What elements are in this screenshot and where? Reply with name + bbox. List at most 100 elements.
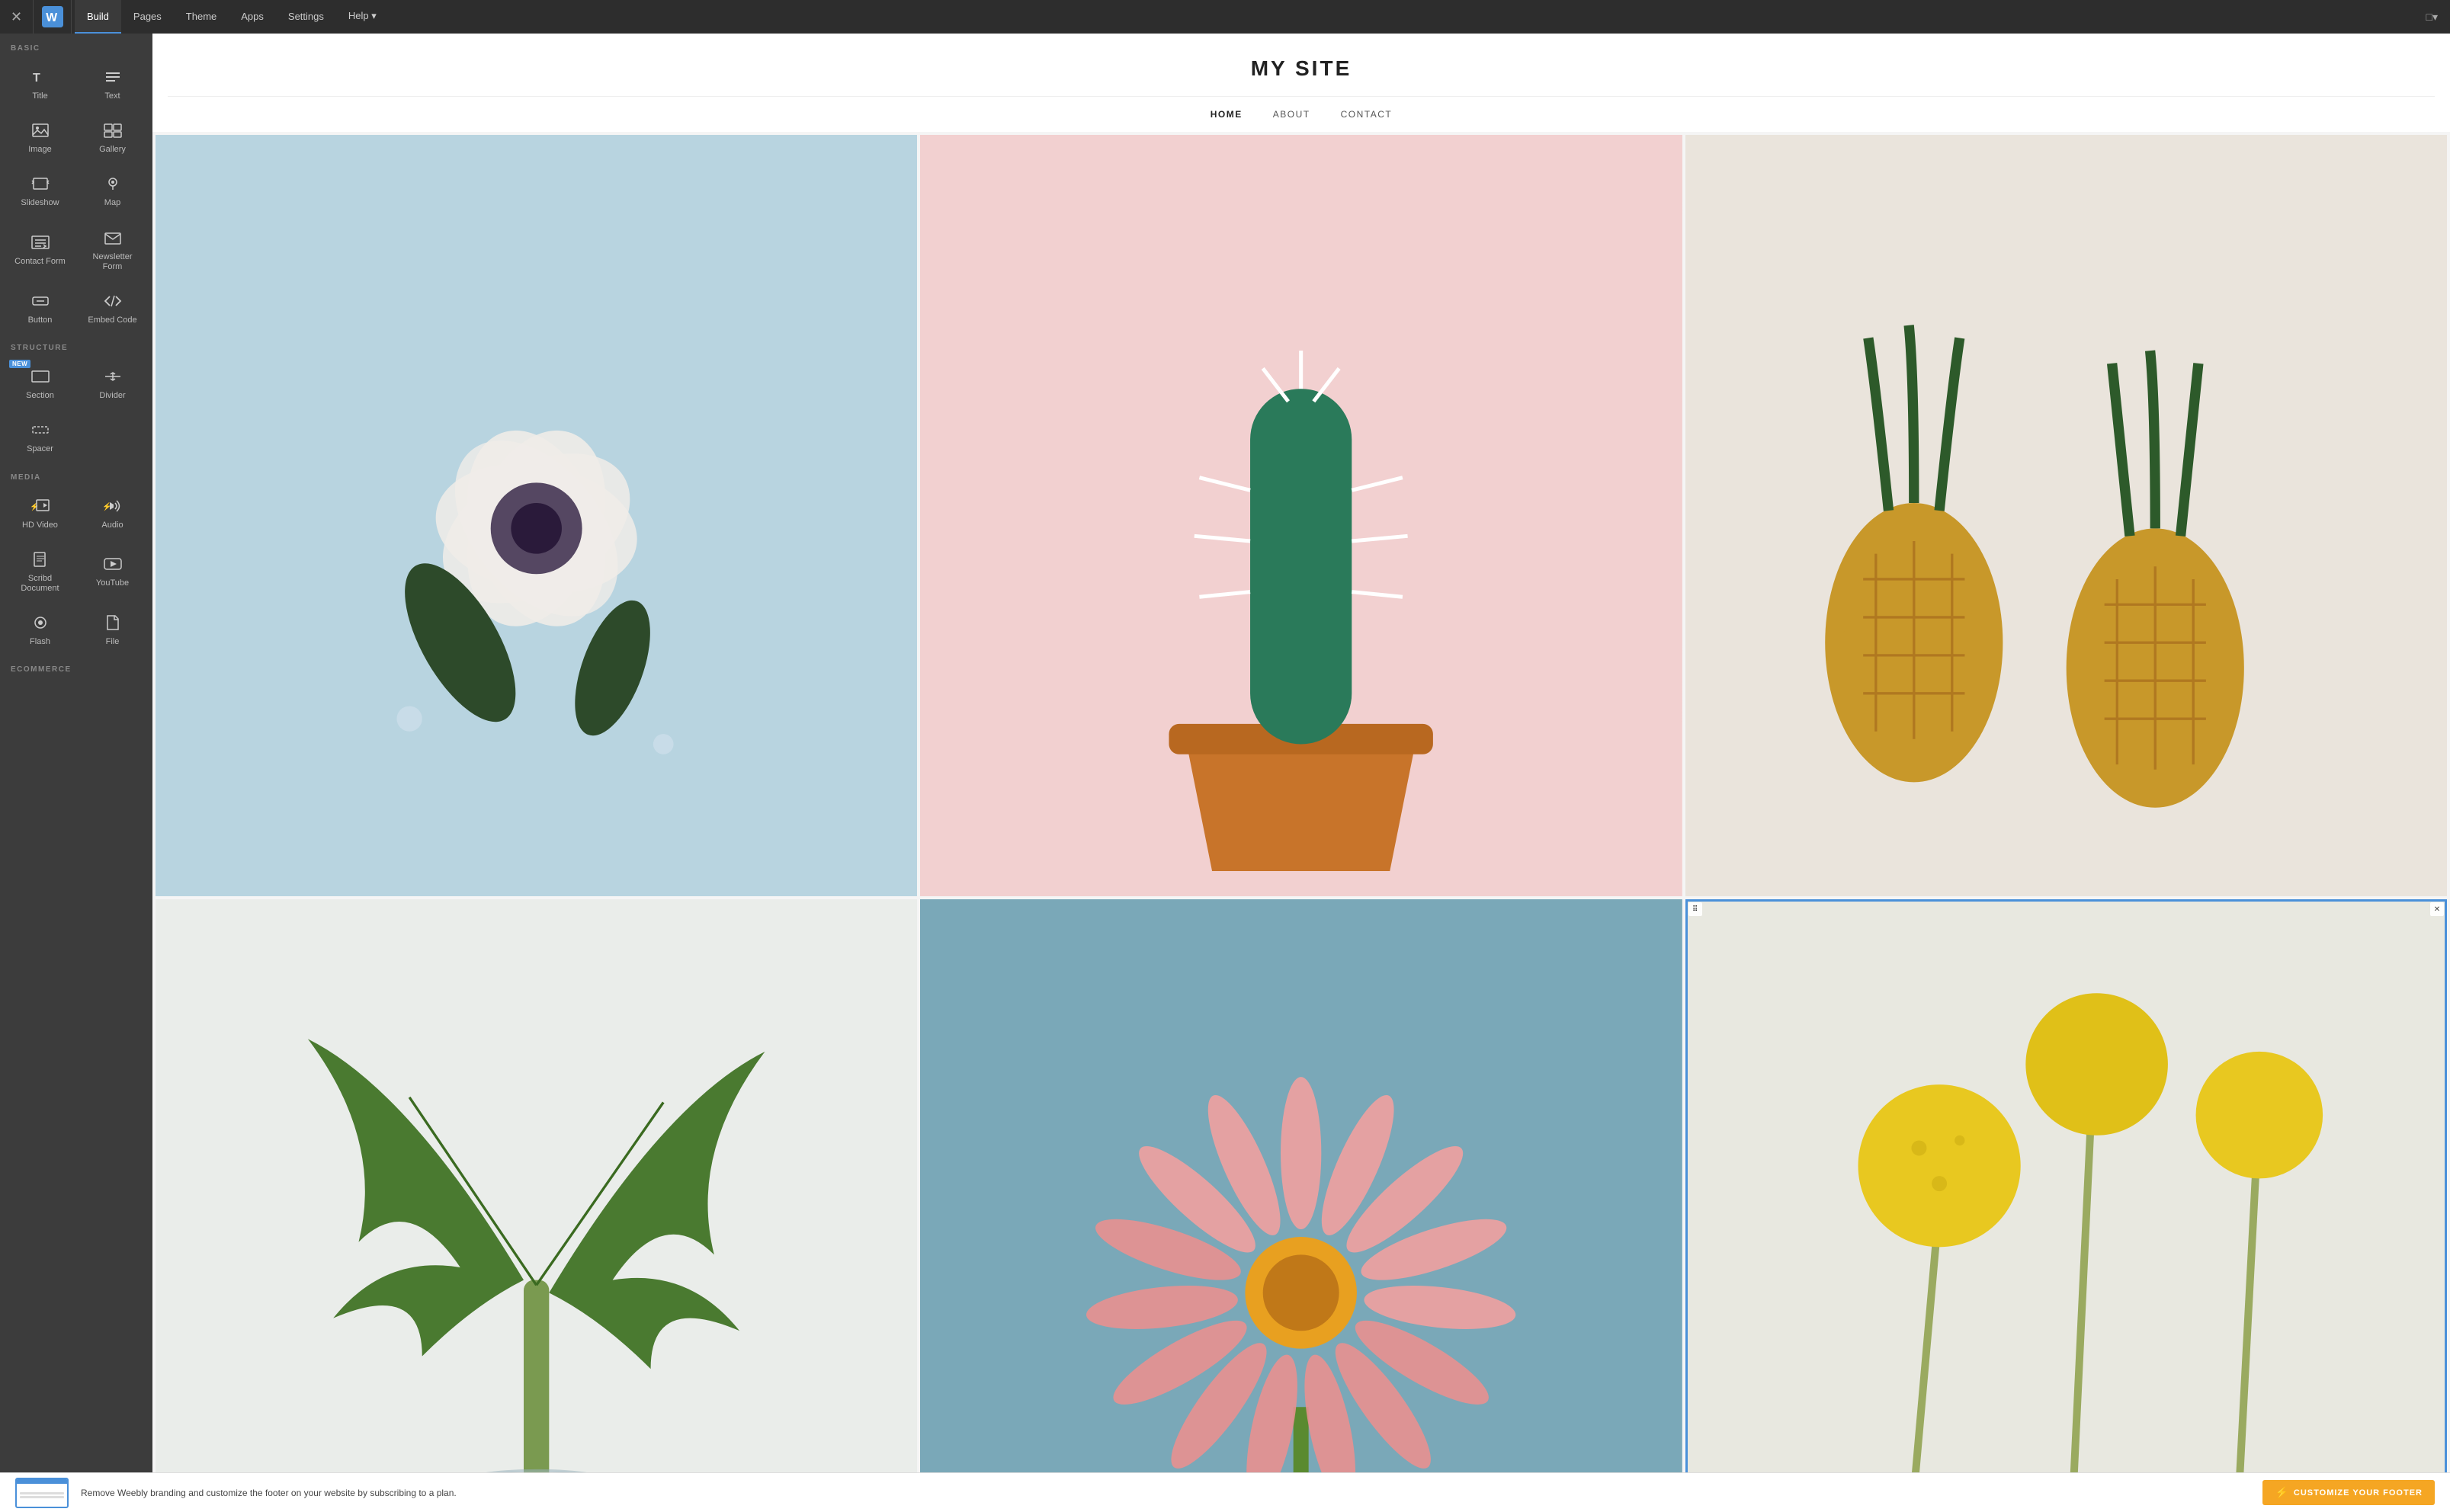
sidebar-item-text-label: Text — [104, 91, 120, 101]
gallery-cell-1-inner — [156, 135, 917, 896]
footer-preview-line-2 — [20, 1496, 64, 1498]
customize-footer-button[interactable]: ⚡ CUSTOMIZE YOUR FOOTER — [2262, 1480, 2435, 1505]
footer-preview-thumbnail — [15, 1478, 69, 1508]
slideshow-icon — [29, 175, 52, 193]
sidebar-item-divider[interactable]: Divider — [77, 357, 148, 408]
sidebar-item-contact-form-label: Contact Form — [14, 257, 66, 267]
gallery-cell-2[interactable] — [920, 135, 1682, 896]
sidebar-section-structure-label: STRUCTURE — [0, 333, 152, 357]
gallery-grid: ⠿ ✕ — [152, 132, 2450, 1472]
tab-pages[interactable]: Pages — [121, 0, 174, 34]
svg-text:W: W — [46, 11, 57, 24]
gallery-cell-6-inner — [1685, 899, 2447, 1472]
sidebar-item-title[interactable]: T Title — [5, 57, 75, 109]
youtube-icon — [101, 555, 124, 573]
sidebar-item-title-label: Title — [32, 91, 47, 101]
sidebar-item-divider-label: Divider — [99, 391, 125, 401]
sidebar-item-file[interactable]: File — [77, 603, 148, 655]
gallery-cell-5-inner — [920, 899, 1682, 1472]
sidebar-item-button-label: Button — [28, 316, 53, 325]
site-nav-about[interactable]: ABOUT — [1273, 109, 1310, 120]
site-header: MY SITE HOME ABOUT CONTACT — [152, 34, 2450, 132]
sidebar-item-slideshow-label: Slideshow — [21, 198, 59, 208]
footer-message: Remove Weebly branding and customize the… — [81, 1488, 2250, 1498]
sidebar-item-flash-label: Flash — [30, 637, 50, 647]
footer-preview-line-1 — [20, 1492, 64, 1494]
sidebar-item-file-label: File — [106, 637, 120, 647]
divider-icon — [101, 367, 124, 386]
tab-settings[interactable]: Settings — [276, 0, 336, 34]
gallery-cell-6[interactable]: ⠿ ✕ — [1685, 899, 2447, 1472]
site-title: MY SITE — [168, 56, 2435, 81]
sidebar-item-hd-video-label: HD Video — [22, 521, 58, 530]
sidebar-item-hd-video[interactable]: ⚡ HD Video — [5, 486, 75, 538]
gallery-cell-1[interactable] — [156, 135, 917, 896]
sidebar-item-text[interactable]: Text — [77, 57, 148, 109]
nav-tabs: Build Pages Theme Apps Settings Help ▾ — [75, 0, 389, 34]
sidebar-item-slideshow[interactable]: Slideshow — [5, 164, 75, 216]
sidebar-item-newsletter-form-label: Newsletter Form — [83, 252, 142, 272]
preview-icon[interactable]: □▾ — [2423, 8, 2441, 27]
gallery-cell-6-close[interactable]: ✕ — [2430, 902, 2444, 916]
sidebar-item-image[interactable]: Image — [5, 111, 75, 162]
footer-bar: Remove Weebly branding and customize the… — [0, 1472, 2450, 1512]
sidebar-item-image-label: Image — [28, 145, 52, 155]
file-icon — [101, 613, 124, 632]
sidebar-section-ecommerce-label: ECOMMERCE — [0, 655, 152, 678]
svg-text:⚡: ⚡ — [30, 501, 39, 511]
sidebar: BASIC T Title Text — [0, 34, 152, 1472]
scribd-document-icon — [29, 550, 52, 569]
sidebar-item-audio[interactable]: ⚡ Audio — [77, 486, 148, 538]
canvas-area[interactable]: MY SITE HOME ABOUT CONTACT — [152, 34, 2450, 1472]
title-icon: T — [29, 68, 52, 86]
gallery-cell-6-handle[interactable]: ⠿ — [1688, 902, 1702, 916]
tab-build[interactable]: Build — [75, 0, 121, 34]
sidebar-item-button[interactable]: Button — [5, 281, 75, 333]
sidebar-item-audio-label: Audio — [101, 521, 123, 530]
sidebar-structure-grid: NEW Section Divider — [0, 357, 152, 462]
gallery-cell-2-inner — [920, 135, 1682, 896]
image-icon — [29, 121, 52, 139]
nav-right-controls: □▾ — [2423, 8, 2450, 27]
sidebar-media-grid: ⚡ HD Video ⚡ Audio — [0, 486, 152, 655]
tab-help[interactable]: Help ▾ — [336, 0, 389, 34]
hd-video-icon: ⚡ — [29, 497, 52, 515]
contact-form-icon — [29, 233, 52, 251]
newsletter-form-icon — [101, 229, 124, 247]
tab-theme[interactable]: Theme — [174, 0, 229, 34]
sidebar-item-gallery-label: Gallery — [99, 145, 126, 155]
gallery-cell-3[interactable] — [1685, 135, 2447, 896]
gallery-cell-4-inner — [156, 899, 917, 1472]
site-canvas: MY SITE HOME ABOUT CONTACT — [152, 34, 2450, 1472]
sidebar-item-gallery[interactable]: Gallery — [77, 111, 148, 162]
sidebar-section-basic-label: BASIC — [0, 34, 152, 57]
sidebar-item-contact-form[interactable]: Contact Form — [5, 218, 75, 280]
sidebar-item-section[interactable]: NEW Section — [5, 357, 75, 408]
site-nav-contact[interactable]: CONTACT — [1341, 109, 1393, 120]
customize-footer-label: CUSTOMIZE YOUR FOOTER — [2294, 1488, 2423, 1498]
spacer-icon — [29, 421, 52, 439]
sidebar-item-spacer[interactable]: Spacer — [5, 410, 75, 462]
sidebar-item-map[interactable]: Map — [77, 164, 148, 216]
footer-preview-lines — [17, 1484, 67, 1507]
sidebar-item-section-label: Section — [26, 391, 54, 401]
tab-apps[interactable]: Apps — [229, 0, 276, 34]
sidebar-section-media-label: MEDIA — [0, 463, 152, 486]
sidebar-item-flash[interactable]: Flash — [5, 603, 75, 655]
sidebar-item-spacer-label: Spacer — [27, 444, 53, 454]
gallery-cell-5[interactable] — [920, 899, 1682, 1472]
embed-code-icon — [101, 292, 124, 310]
gallery-cell-4[interactable] — [156, 899, 917, 1472]
close-button[interactable]: ✕ — [0, 0, 34, 34]
gallery-cell-3-inner — [1685, 135, 2447, 896]
site-nav-home[interactable]: HOME — [1211, 109, 1243, 120]
text-icon — [101, 68, 124, 86]
sidebar-item-newsletter-form[interactable]: Newsletter Form — [77, 218, 148, 280]
sidebar-item-scribd-document[interactable]: Scribd Document — [5, 540, 75, 601]
sidebar-basic-grid: T Title Text — [0, 57, 152, 333]
logo-icon: W — [42, 6, 63, 27]
sidebar-item-embed-code[interactable]: Embed Code — [77, 281, 148, 333]
main-layout: BASIC T Title Text — [0, 34, 2450, 1472]
sidebar-item-youtube[interactable]: YouTube — [77, 540, 148, 601]
button-icon — [29, 292, 52, 310]
